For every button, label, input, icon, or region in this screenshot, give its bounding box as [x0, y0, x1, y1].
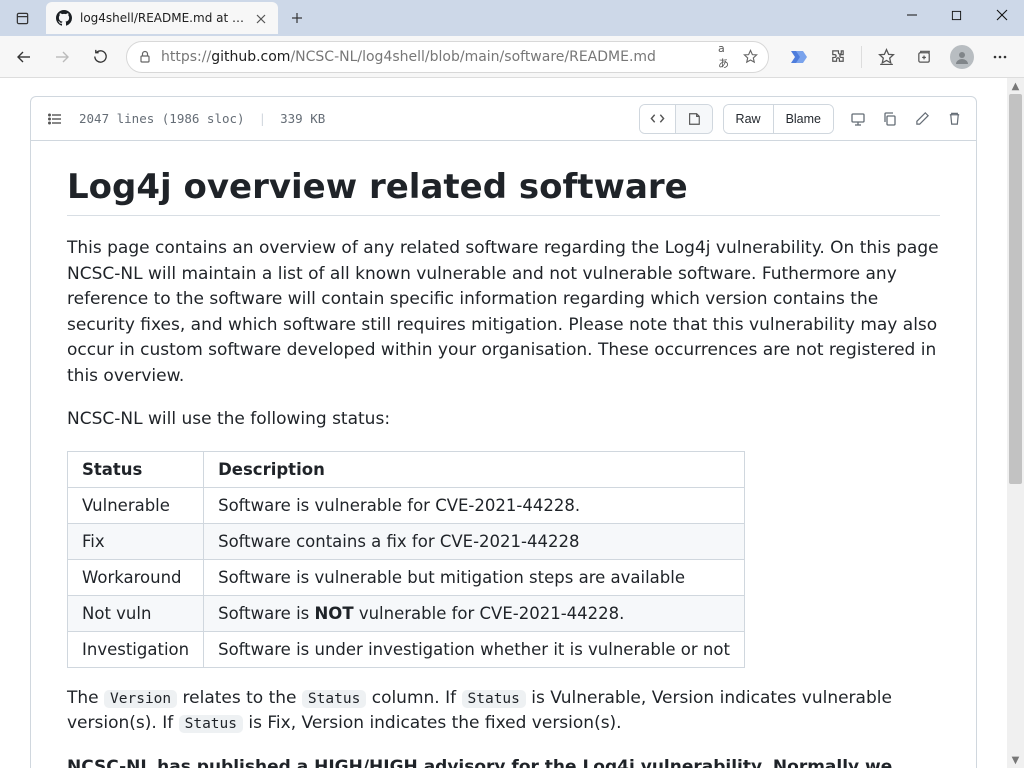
- readme-status-line: NCSC-NL will use the following status:: [67, 407, 940, 433]
- window-close-button[interactable]: [979, 0, 1024, 30]
- favorites-bar-icon[interactable]: [868, 40, 904, 74]
- window-maximize-button[interactable]: [934, 0, 979, 30]
- th-description: Description: [204, 451, 745, 487]
- rendered-view-button[interactable]: [676, 105, 712, 133]
- address-text: https://github.com/NCSC-NL/log4shell/blo…: [161, 49, 710, 65]
- tab-close-icon[interactable]: [254, 11, 268, 25]
- readme-intro: This page contains an overview of any re…: [67, 236, 940, 389]
- table-row: Not vuln Software is NOT vulnerable for …: [68, 595, 745, 631]
- view-mode-toggle: [639, 104, 713, 134]
- meta-separator: |: [259, 111, 267, 126]
- tab-title: log4shell/README.md at main ·: [80, 11, 246, 25]
- power-automate-icon[interactable]: [781, 40, 817, 74]
- window-minimize-button[interactable]: [889, 0, 934, 30]
- browser-toolbar: https://github.com/NCSC-NL/log4shell/blo…: [0, 36, 1024, 78]
- tab-actions-button[interactable]: [4, 2, 40, 34]
- github-favicon-icon: [56, 10, 72, 26]
- new-tab-button[interactable]: [282, 3, 312, 33]
- window-titlebar: log4shell/README.md at main ·: [0, 0, 1024, 36]
- readme-heading: Log4j overview related software: [67, 167, 940, 216]
- page-content: 2047 lines (1986 sloc) | 339 KB Raw Blam…: [0, 78, 1007, 768]
- file-size: 339 KB: [280, 111, 325, 126]
- site-security-icon[interactable]: [137, 49, 153, 65]
- back-button[interactable]: [6, 40, 42, 74]
- scroll-down-icon[interactable]: ▼: [1007, 752, 1024, 768]
- favorites-star-icon[interactable]: [742, 49, 758, 65]
- file-lines-count: 2047 lines (1986 sloc): [79, 111, 245, 126]
- github-file-header: 2047 lines (1986 sloc) | 339 KB Raw Blam…: [31, 97, 976, 141]
- copy-icon[interactable]: [882, 111, 898, 127]
- table-row: Fix Software contains a fix for CVE-2021…: [68, 523, 745, 559]
- table-row: Investigation Software is under investig…: [68, 631, 745, 667]
- outline-icon[interactable]: [45, 109, 65, 129]
- status-table: Status Description Vulnerable Software i…: [67, 451, 745, 668]
- refresh-button[interactable]: [82, 40, 118, 74]
- th-status: Status: [68, 451, 204, 487]
- version-paragraph: The Version relates to the Status column…: [67, 686, 940, 737]
- blame-button[interactable]: Blame: [774, 105, 833, 133]
- reading-mode-icon[interactable]: aあ: [718, 49, 734, 65]
- delete-trash-icon[interactable]: [946, 111, 962, 127]
- scrollbar-thumb[interactable]: [1009, 94, 1022, 484]
- edit-pencil-icon[interactable]: [914, 111, 930, 127]
- table-row: Vulnerable Software is vulnerable for CV…: [68, 487, 745, 523]
- readme-content: Log4j overview related software This pag…: [31, 141, 976, 768]
- table-row: Workaround Software is vulnerable but mi…: [68, 559, 745, 595]
- scroll-up-icon[interactable]: ▲: [1007, 78, 1024, 94]
- page-scrollbar[interactable]: ▲ ▼: [1007, 78, 1024, 768]
- toolbar-separator: [861, 46, 862, 68]
- profile-button[interactable]: [944, 40, 980, 74]
- forward-button[interactable]: [44, 40, 80, 74]
- address-bar[interactable]: https://github.com/NCSC-NL/log4shell/blo…: [126, 41, 769, 73]
- open-desktop-icon[interactable]: [850, 111, 866, 127]
- advisory-paragraph: NCSC-NL has published a HIGH/HIGH adviso…: [67, 755, 940, 768]
- collections-icon[interactable]: [906, 40, 942, 74]
- source-view-button[interactable]: [640, 105, 676, 133]
- raw-blame-group: Raw Blame: [723, 104, 834, 134]
- browser-tab-active[interactable]: log4shell/README.md at main ·: [46, 2, 278, 34]
- extensions-icon[interactable]: [819, 40, 855, 74]
- github-file-box: 2047 lines (1986 sloc) | 339 KB Raw Blam…: [30, 96, 977, 768]
- more-menu-button[interactable]: [982, 40, 1018, 74]
- raw-button[interactable]: Raw: [724, 105, 774, 133]
